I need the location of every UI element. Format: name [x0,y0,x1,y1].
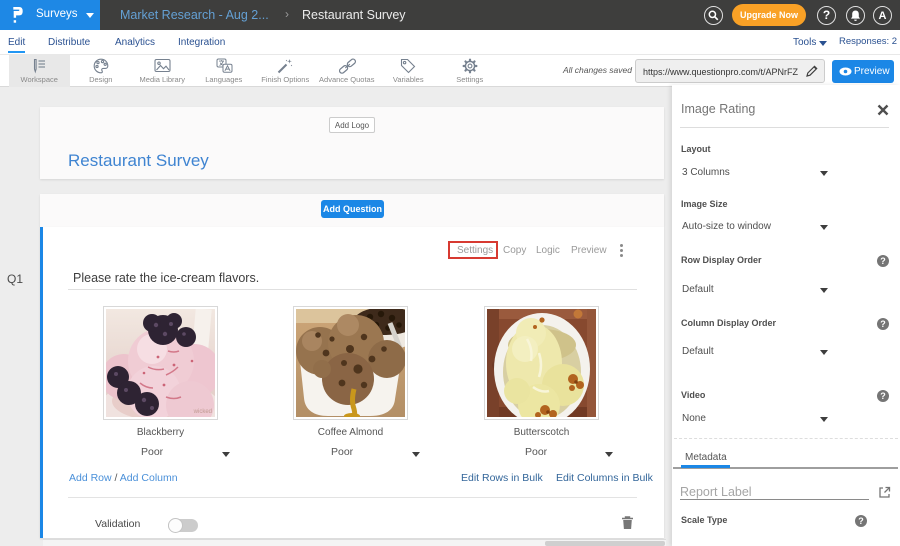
svg-text:wicked: wicked [193,409,212,415]
